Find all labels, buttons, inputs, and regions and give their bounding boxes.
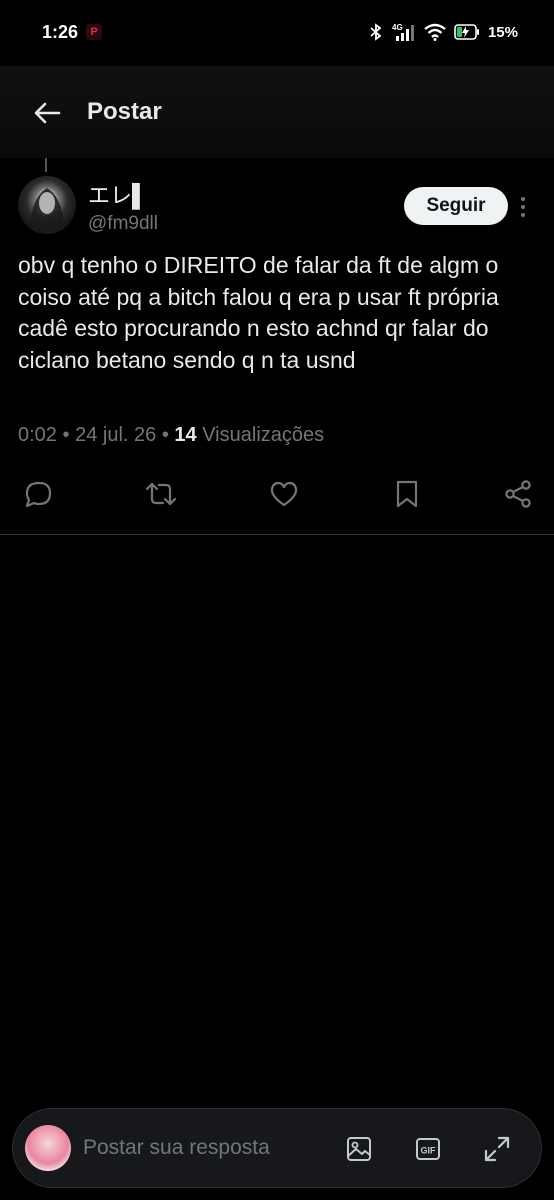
more-dot [521, 205, 525, 209]
views-count[interactable]: 14 [174, 424, 196, 446]
reply-icon [25, 481, 52, 508]
reply-input[interactable]: Postar sua resposta [83, 1136, 270, 1160]
top-app-bar: Postar [0, 66, 554, 158]
reply-button[interactable] [18, 474, 58, 514]
add-gif-button[interactable]: GIF [408, 1129, 448, 1169]
follow-button[interactable]: Seguir [404, 187, 508, 225]
expand-composer-button[interactable] [477, 1129, 517, 1169]
post-date: 24 jul. 26 [75, 424, 157, 446]
avatar-image [30, 188, 64, 234]
meta-separator: • [62, 424, 70, 446]
image-icon [347, 1137, 371, 1161]
post-meta: 0:02 • 24 jul. 26 • 14 Visualizações [18, 424, 324, 447]
pinterest-icon: P [86, 24, 102, 40]
gif-icon: GIF [416, 1138, 440, 1160]
battery-percent: 15% [487, 23, 518, 41]
back-button[interactable] [30, 96, 64, 130]
post-actions [0, 474, 554, 514]
svg-text:4G: 4G [392, 23, 403, 32]
more-dot [521, 197, 525, 201]
cell-signal-icon: 4G [392, 23, 414, 41]
author-handle[interactable]: @fm9dll [88, 213, 158, 235]
views-label[interactable]: Visualizações [202, 424, 324, 446]
repost-icon [145, 482, 177, 506]
page-title: Postar [87, 98, 162, 125]
svg-text:GIF: GIF [421, 1146, 437, 1156]
meta-separator: • [161, 424, 169, 446]
battery-charging-icon [454, 24, 479, 40]
status-time: 1:26 [42, 22, 79, 42]
more-options-button[interactable] [516, 192, 530, 222]
like-icon [270, 481, 298, 507]
post-time: 0:02 [18, 424, 57, 446]
expand-icon [484, 1136, 510, 1162]
wifi-icon [424, 23, 446, 41]
share-button[interactable] [498, 474, 538, 514]
reply-composer[interactable]: Postar sua resposta GIF [12, 1108, 542, 1188]
author-avatar[interactable] [18, 176, 76, 234]
bluetooth-icon [370, 23, 382, 41]
repost-button[interactable] [141, 474, 181, 514]
my-avatar [25, 1125, 71, 1171]
thread-connector-line [45, 158, 47, 172]
actions-divider [0, 534, 554, 535]
bookmark-icon [396, 480, 418, 508]
post-text: obv q tenho o DIREITO de falar da ft de … [18, 252, 499, 373]
arrow-left-icon [34, 102, 61, 124]
add-image-button[interactable] [339, 1129, 379, 1169]
like-button[interactable] [264, 474, 304, 514]
author-display-name[interactable]: エレ▌ [88, 178, 148, 210]
share-icon [505, 480, 531, 508]
status-icons: 4G 15% [370, 22, 518, 42]
bookmark-button[interactable] [387, 474, 427, 514]
status-bar: 1:26 P 4G 15% [0, 0, 554, 66]
more-dot [521, 213, 525, 217]
